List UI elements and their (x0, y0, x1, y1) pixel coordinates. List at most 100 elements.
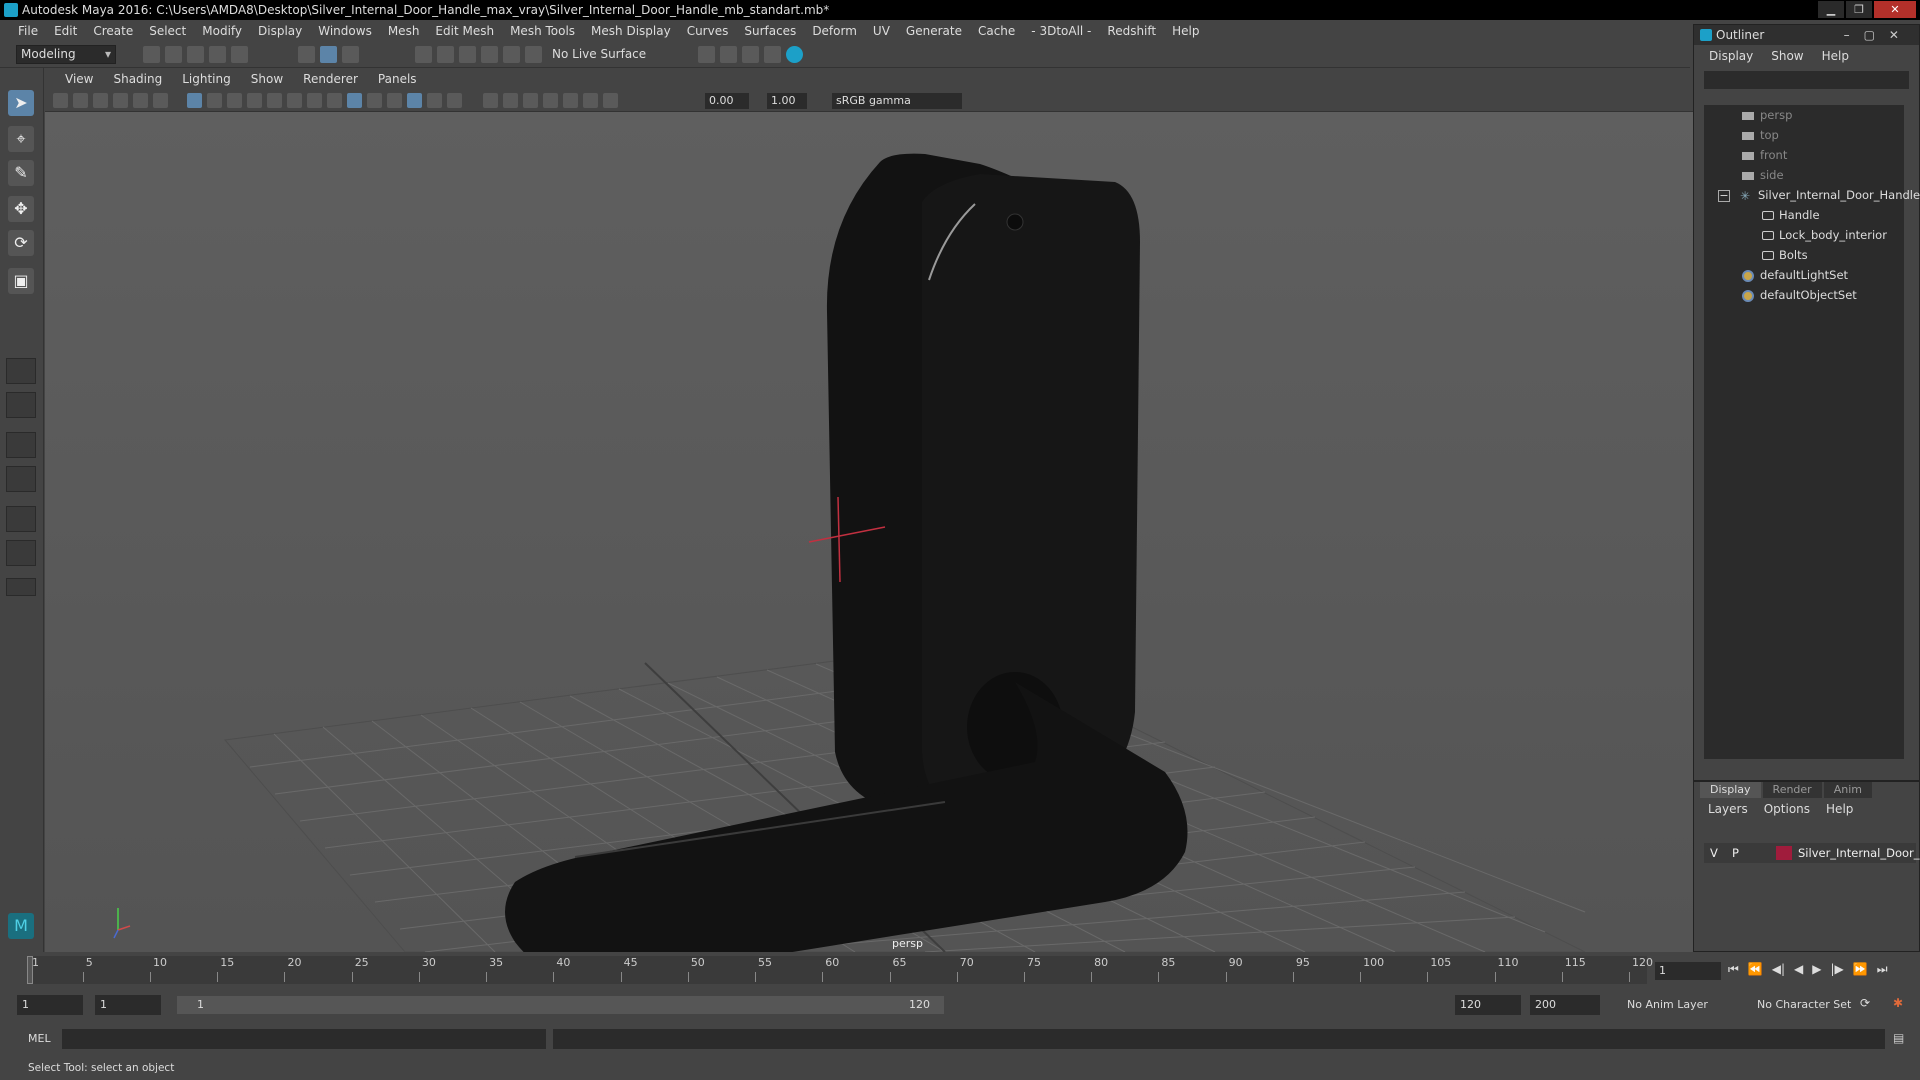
menu-edit[interactable]: Edit (46, 24, 85, 38)
outliner-item-silver-internal-door-handle[interactable]: − ✳ Silver_Internal_Door_Handle (1718, 185, 1920, 205)
menu-modify[interactable]: Modify (194, 24, 250, 38)
make-live-icon[interactable] (525, 46, 542, 63)
outliner-search-input[interactable] (1704, 71, 1909, 89)
viewport-menu-show[interactable]: Show (241, 72, 293, 86)
gamma-field[interactable]: 1.00 (767, 93, 807, 109)
select-component-icon[interactable] (342, 46, 359, 63)
play-forward-icon[interactable]: ▶ (1812, 962, 1821, 977)
lights-icon[interactable] (427, 93, 442, 108)
exposure-icon[interactable] (603, 93, 618, 108)
safe-title-icon[interactable] (307, 93, 322, 108)
save-scene-icon[interactable] (187, 46, 204, 63)
anim-layer-dropdown[interactable]: No Anim Layer (1622, 995, 1746, 1015)
outliner-menu-help[interactable]: Help (1813, 49, 1858, 63)
menu-help[interactable]: Help (1164, 24, 1207, 38)
outliner-item-top[interactable]: top (1742, 125, 1779, 145)
camera-icon[interactable] (53, 93, 68, 108)
menu-curves[interactable]: Curves (679, 24, 737, 38)
smooth-shade-icon[interactable] (347, 93, 362, 108)
viewport-3d-scene[interactable] (45, 112, 1693, 952)
menu-set-dropdown[interactable]: Modeling (16, 45, 116, 64)
snap-curve-icon[interactable] (437, 46, 454, 63)
outliner-window-buttons[interactable]: –▢✕ (1844, 25, 1913, 45)
menu-file[interactable]: File (10, 24, 46, 38)
select-object-icon[interactable] (320, 46, 337, 63)
render-view-icon[interactable] (720, 46, 737, 63)
depth-of-field-icon[interactable] (543, 93, 558, 108)
exposure-field[interactable]: 0.00 (705, 93, 749, 109)
outliner-item-side[interactable]: side (1742, 165, 1784, 185)
step-back-frame-icon[interactable]: ◀| (1772, 962, 1785, 977)
image-plane-icon[interactable] (113, 93, 128, 108)
safe-action-icon[interactable] (287, 93, 302, 108)
rotate-tool-icon[interactable]: ⟳ (8, 230, 34, 256)
close-button[interactable]: ✕ (1874, 1, 1916, 18)
xray-joints-icon[interactable] (563, 93, 578, 108)
playhead[interactable] (27, 956, 33, 984)
current-frame-field[interactable]: 1 (1655, 962, 1721, 980)
menu-3dtoall[interactable]: - 3DtoAll - (1023, 24, 1099, 38)
menu-mesh-display[interactable]: Mesh Display (583, 24, 679, 38)
maximize-button[interactable]: ❐ (1846, 1, 1872, 18)
menu-generate[interactable]: Generate (898, 24, 970, 38)
command-language-label[interactable]: MEL (28, 1032, 51, 1045)
viewport-menu-view[interactable]: View (55, 72, 103, 86)
step-forward-frame-icon[interactable]: |▶ (1831, 962, 1844, 977)
menu-edit-mesh[interactable]: Edit Mesh (427, 24, 502, 38)
character-set-dropdown[interactable]: No Character Set (1752, 995, 1870, 1015)
viewport-menu-lighting[interactable]: Lighting (172, 72, 241, 86)
menu-select[interactable]: Select (141, 24, 194, 38)
snap-point-icon[interactable] (459, 46, 476, 63)
layer-playback-toggle[interactable]: P (1732, 843, 1739, 863)
side-by-side-layout-icon[interactable] (6, 432, 36, 458)
outliner-item-handle[interactable]: Handle (1762, 205, 1820, 225)
minimize-button[interactable]: ▁ (1818, 1, 1844, 18)
layer-menu-options[interactable]: Options (1756, 802, 1818, 816)
outliner-menu-show[interactable]: Show (1762, 49, 1812, 63)
layer-row[interactable]: V P Silver_Internal_Door_H (1704, 843, 1920, 863)
wireframe-icon[interactable] (327, 93, 342, 108)
play-backward-icon[interactable]: ◀ (1794, 962, 1803, 977)
command-input[interactable] (62, 1029, 546, 1049)
outliner-item-default-light-set[interactable]: defaultLightSet (1742, 265, 1848, 285)
hypershade-layout-icon[interactable] (6, 540, 36, 566)
snap-grid-icon[interactable] (415, 46, 432, 63)
preferences-icon[interactable]: ✱ (1893, 996, 1903, 1010)
script-editor-icon[interactable]: ▤ (1893, 1031, 1904, 1045)
2d-pan-zoom-icon[interactable] (133, 93, 148, 108)
default-material-icon[interactable] (367, 93, 382, 108)
layout-options-icon[interactable] (6, 578, 36, 596)
go-to-end-icon[interactable]: ⏭ (1877, 962, 1888, 977)
layer-visibility-toggle[interactable]: V (1710, 843, 1718, 863)
outliner-item-bolts[interactable]: Bolts (1762, 245, 1808, 265)
gate-mask-icon[interactable] (247, 93, 262, 108)
menu-cache[interactable]: Cache (970, 24, 1023, 38)
shadows-icon[interactable] (447, 93, 462, 108)
layer-menu-layers[interactable]: Layers (1700, 802, 1756, 816)
outliner-menu-display[interactable]: Display (1700, 49, 1762, 63)
grease-pencil-icon[interactable] (153, 93, 168, 108)
persp-graph-layout-icon[interactable] (6, 506, 36, 532)
playback-start-field[interactable]: 1 (95, 995, 161, 1015)
range-slider[interactable]: 1 120 (177, 996, 944, 1014)
xray-active-icon[interactable] (583, 93, 598, 108)
bookmark-icon[interactable] (93, 93, 108, 108)
paint-select-tool-icon[interactable]: ✎ (8, 160, 34, 186)
select-hierarchy-icon[interactable] (298, 46, 315, 63)
viewport-menu-shading[interactable]: Shading (103, 72, 172, 86)
layer-menu-help[interactable]: Help (1818, 802, 1861, 816)
layer-color-swatch[interactable] (1776, 846, 1792, 860)
antialias-icon[interactable] (523, 93, 538, 108)
menu-display[interactable]: Display (250, 24, 310, 38)
snap-projected-icon[interactable] (481, 46, 498, 63)
textured-icon[interactable] (387, 93, 402, 108)
outliner-item-front[interactable]: front (1742, 145, 1787, 165)
scale-tool-icon[interactable]: ▣ (8, 268, 34, 294)
animation-end-field[interactable]: 200 (1530, 995, 1600, 1015)
snap-view-plane-icon[interactable] (503, 46, 520, 63)
color-space-dropdown[interactable]: sRGB gamma (832, 93, 962, 109)
undo-icon[interactable] (209, 46, 226, 63)
move-tool-icon[interactable]: ✥ (8, 196, 34, 222)
ipr-render-icon[interactable] (764, 46, 781, 63)
grid-icon[interactable] (187, 93, 202, 108)
